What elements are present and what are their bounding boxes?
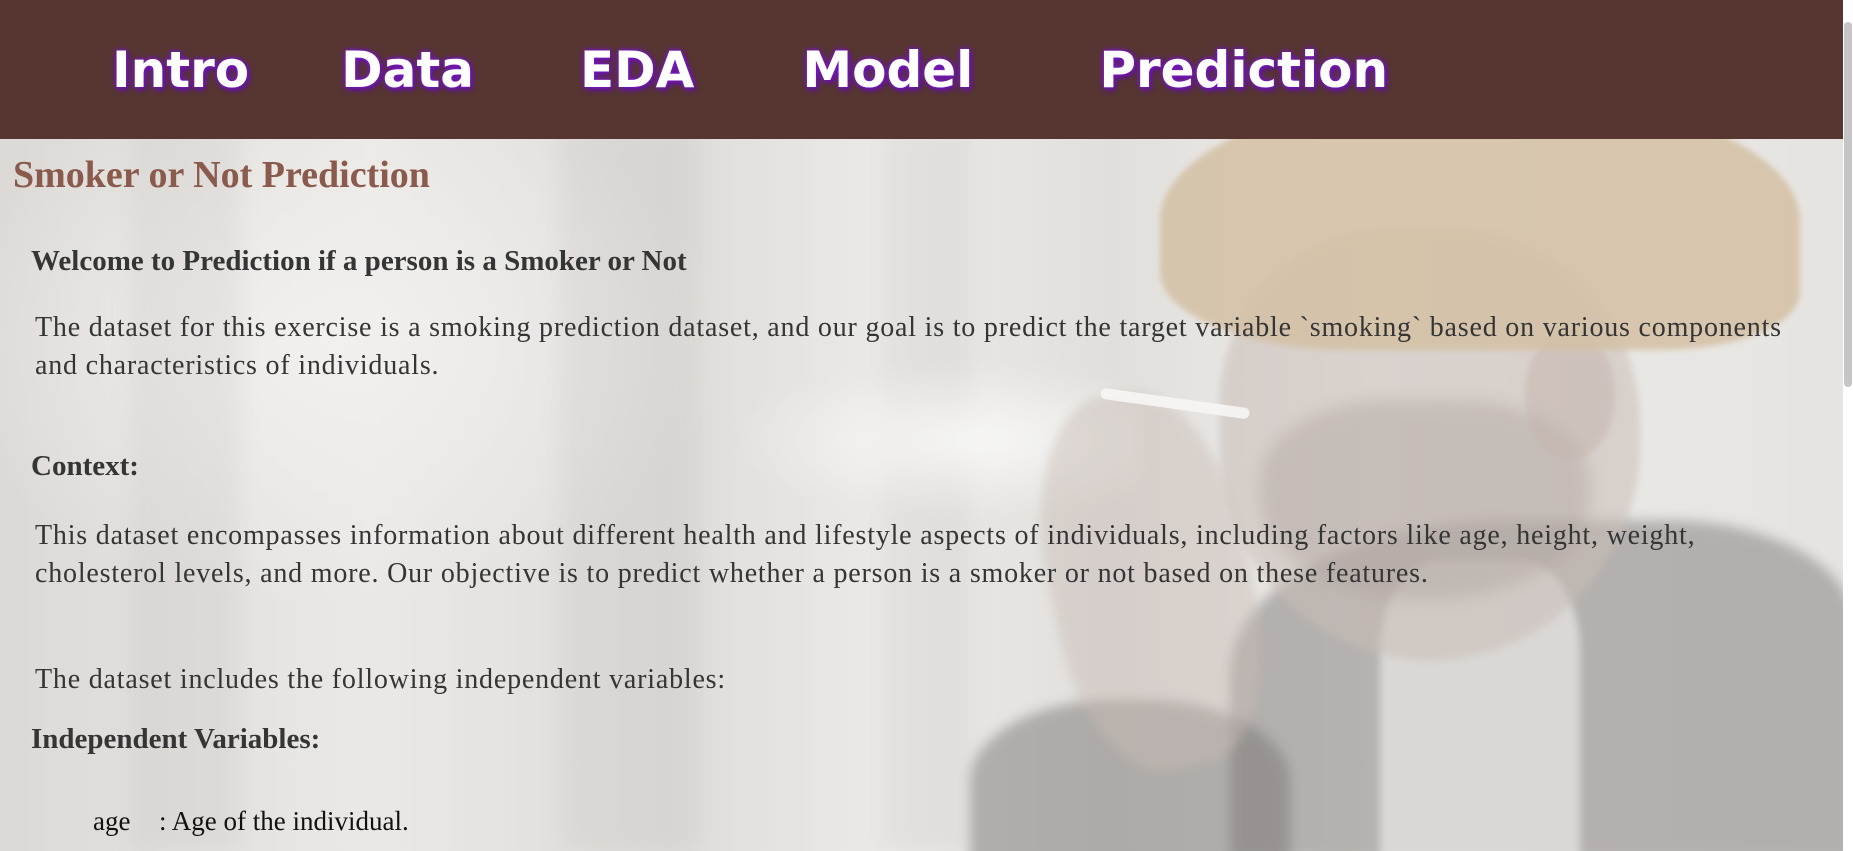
nav-link-data[interactable]: Data xyxy=(341,41,474,99)
nav-link-eda[interactable]: EDA xyxy=(580,41,694,99)
context-heading: Context: xyxy=(31,450,139,482)
variable-item: age : Age of the individual. xyxy=(93,806,409,837)
independent-variables-heading: Independent Variables: xyxy=(31,723,321,755)
variables-intro: The dataset includes the following indep… xyxy=(35,664,726,695)
scrollbar-thumb[interactable] xyxy=(1844,22,1852,387)
intro-paragraph: The dataset for this exercise is a smoki… xyxy=(35,312,1782,381)
context-paragraph: This dataset encompasses information abo… xyxy=(35,520,1696,589)
nav-link-prediction[interactable]: Prediction xyxy=(1099,41,1388,99)
nav-link-model[interactable]: Model xyxy=(802,41,973,99)
page-title: Smoker or Not Prediction xyxy=(13,154,430,196)
page-scrollbar[interactable] xyxy=(1843,0,1853,851)
top-navbar: Intro Data EDA Model Prediction xyxy=(0,0,1843,139)
variable-name: age xyxy=(93,806,131,836)
main-content: Smoker or Not Prediction Welcome to Pred… xyxy=(0,139,1843,851)
variable-description: : Age of the individual. xyxy=(159,806,409,836)
welcome-heading: Welcome to Prediction if a person is a S… xyxy=(31,245,687,277)
nav-link-intro[interactable]: Intro xyxy=(112,41,249,99)
